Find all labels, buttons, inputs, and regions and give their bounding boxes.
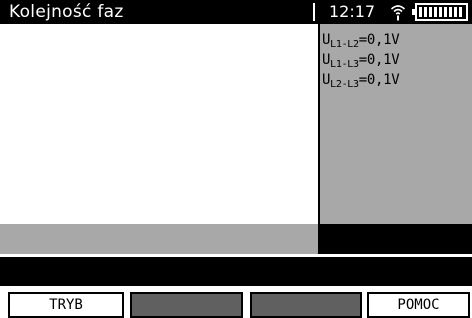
reading-symbol: U xyxy=(322,52,331,68)
reading-subscript: L1-L2 xyxy=(330,39,359,50)
reading-symbol: U xyxy=(322,72,331,88)
wireless-signal-icon xyxy=(390,5,406,21)
softkey-pomoc-button[interactable]: POMOC xyxy=(367,292,470,318)
header-bar: Kolejność faz 12:17 xyxy=(0,0,472,24)
reading-value: =0,1V xyxy=(358,72,400,88)
reading-symbol: U xyxy=(322,32,331,48)
screen-title: Kolejność faz xyxy=(9,2,124,22)
softkey-f3-button[interactable] xyxy=(250,292,362,318)
reading-subscript: L1-L3 xyxy=(330,59,359,70)
voltage-readings-panel: UL1-L2=0,1V UL1-L3=0,1V UL2-L3=0,1V xyxy=(320,24,472,224)
battery-full-icon xyxy=(412,3,468,21)
reading-value: =0,1V xyxy=(358,52,400,68)
reading-l2-l3: UL2-L3=0,1V xyxy=(322,71,400,90)
phase-sequence-display-area xyxy=(0,24,318,224)
reading-subscript: L2-L3 xyxy=(330,79,359,90)
info-bar-left xyxy=(0,224,318,254)
status-bar xyxy=(0,257,472,286)
softkey-tryb-button[interactable]: TRYB xyxy=(8,292,124,318)
info-bar-right xyxy=(320,224,472,254)
clock: 12:17 xyxy=(329,2,376,21)
softkey-f2-button[interactable] xyxy=(130,292,243,318)
reading-l1-l3: UL1-L3=0,1V xyxy=(322,51,400,70)
header-divider xyxy=(313,3,315,21)
reading-value: =0,1V xyxy=(358,32,400,48)
meter-screen: Kolejność faz 12:17 UL1-L2=0,1V UL1-L3=0… xyxy=(0,0,472,318)
reading-l1-l2: UL1-L2=0,1V xyxy=(322,31,400,50)
